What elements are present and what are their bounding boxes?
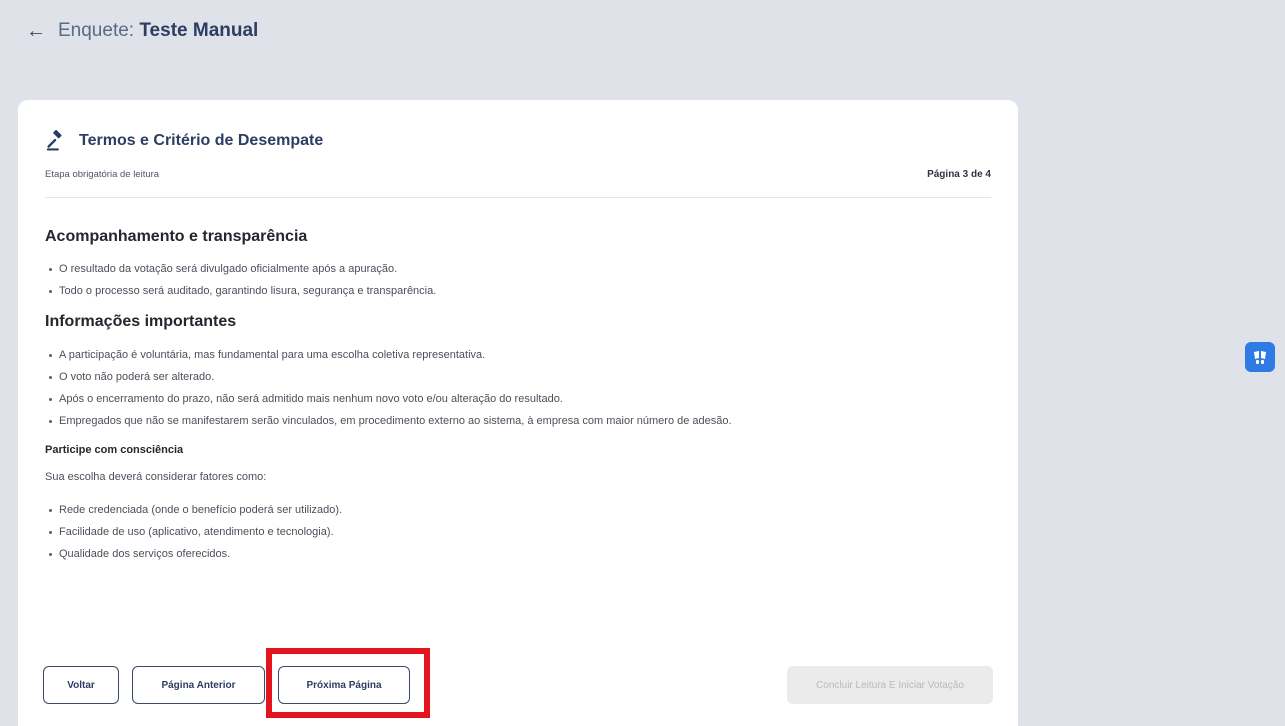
terms-card: Termos e Critério de Desempate Etapa obr… [18, 100, 1018, 726]
page-indicator: Página 3 de 4 [927, 169, 991, 180]
back-button[interactable]: Voltar [43, 666, 119, 704]
card-title: Termos e Critério de Desempate [79, 132, 324, 149]
section-heading-important: Informações importantes [45, 313, 237, 330]
important-list: A participação é voluntária, mas fundame… [45, 344, 991, 432]
list-item: A participação é voluntária, mas fundame… [45, 344, 991, 366]
card-actions: Voltar Página Anterior Próxima Página Co… [43, 666, 995, 706]
page-title: Enquete: Teste Manual [58, 20, 258, 42]
section-heading-awareness: Participe com consciência [45, 444, 184, 456]
poll-name: Teste Manual [139, 20, 259, 41]
list-item: Após o encerramento do prazo, não será a… [45, 388, 991, 410]
arrow-left-icon[interactable]: ← [26, 21, 46, 41]
card-header: Termos e Critério de Desempate Etapa obr… [45, 130, 991, 198]
highlight-box [266, 648, 430, 718]
awareness-list: Rede credenciada (onde o benefício poder… [45, 499, 991, 565]
list-item: Qualidade dos serviços oferecidos. [45, 543, 991, 565]
list-item: Rede credenciada (onde o benefício poder… [45, 499, 991, 521]
transparency-list: O resultado da votação será divulgado of… [45, 258, 991, 302]
previous-page-button[interactable]: Página Anterior [132, 666, 265, 704]
list-item: Todo o processo será auditado, garantind… [45, 280, 991, 302]
list-item: Empregados que não se manifestarem serão… [45, 410, 991, 432]
finish-reading-button: Concluir Leitura E Iniciar Votação [787, 666, 993, 704]
list-item: O voto não poderá ser alterado. [45, 366, 991, 388]
accessibility-icon [1254, 351, 1266, 364]
awareness-intro: Sua escolha deverá considerar fatores co… [45, 471, 267, 483]
card-subtitle: Etapa obrigatória de leitura [45, 169, 160, 180]
terms-content: Acompanhamento e transparência O resulta… [45, 228, 991, 565]
section-heading-transparency: Acompanhamento e transparência [45, 228, 308, 245]
gavel-icon [46, 130, 62, 151]
accessibility-widget-button[interactable] [1245, 342, 1275, 372]
list-item: O resultado da votação será divulgado of… [45, 258, 991, 280]
page-header: ← Enquete: Teste Manual [26, 20, 258, 42]
list-item: Facilidade de uso (aplicativo, atendimen… [45, 521, 991, 543]
page-title-prefix: Enquete: [58, 20, 135, 41]
